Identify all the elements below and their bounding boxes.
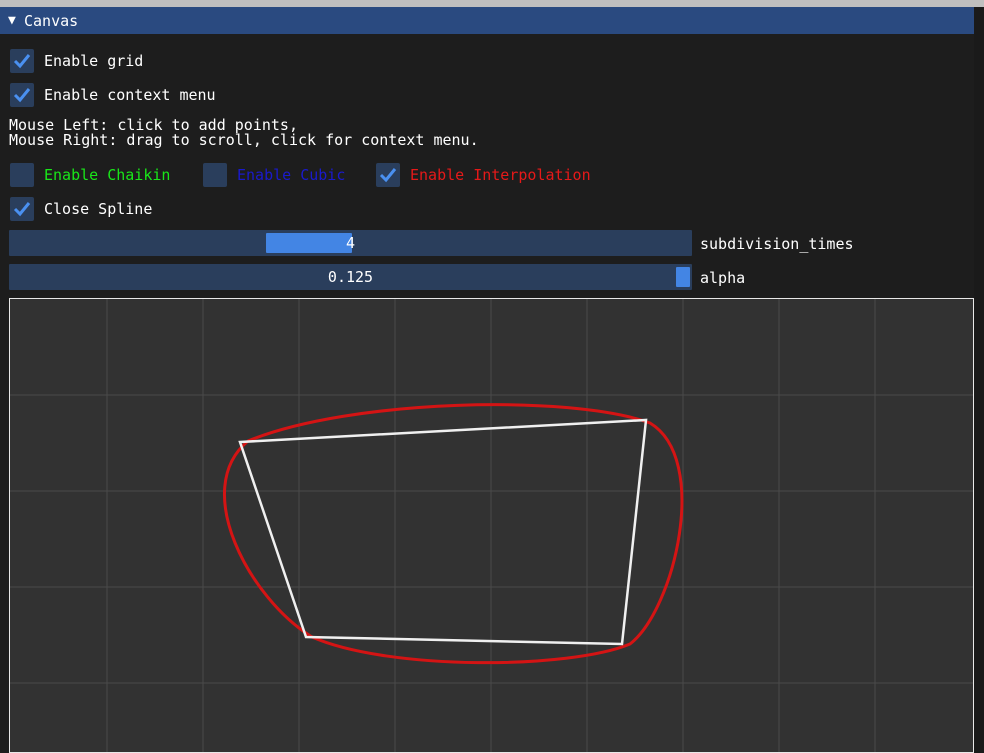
subdivision-times-slider[interactable]: 4 <box>9 230 692 256</box>
window-title: Canvas <box>24 11 79 30</box>
close-spline-label: Close Spline <box>44 200 153 218</box>
checkmark-icon <box>13 88 31 103</box>
checkmark-icon <box>13 202 31 217</box>
subdivision-times-value: 4 <box>345 234 356 252</box>
enable-chaikin-box[interactable] <box>10 163 34 187</box>
subdivision-times-label: subdivision_times <box>700 235 854 253</box>
enable-cubic-box[interactable] <box>203 163 227 187</box>
interpolation-curve <box>222 403 684 665</box>
enable-grid-label: Enable grid <box>44 52 144 70</box>
enable-cubic-checkbox[interactable]: Enable Cubic <box>203 163 345 187</box>
window-edge <box>974 7 984 753</box>
enable-grid-box[interactable] <box>10 49 34 73</box>
checkmark-icon <box>379 168 397 183</box>
grid-lines <box>10 299 973 752</box>
enable-chaikin-label: Enable Chaikin <box>44 166 171 184</box>
alpha-value: 0.125 <box>327 268 374 286</box>
enable-context-menu-label: Enable context menu <box>44 86 216 104</box>
close-spline-box[interactable] <box>10 197 34 221</box>
enable-interpolation-checkbox[interactable]: Enable Interpolation <box>376 163 591 187</box>
window-titlebar[interactable]: ▼ Canvas <box>0 7 974 34</box>
enable-chaikin-checkbox[interactable]: Enable Chaikin <box>10 163 170 187</box>
enable-context-menu-checkbox[interactable]: Enable context menu <box>10 83 216 107</box>
enable-interpolation-label: Enable Interpolation <box>410 166 591 184</box>
canvas-window: ▼ Canvas Enable grid Enable context menu… <box>0 7 974 753</box>
enable-interpolation-box[interactable] <box>376 163 400 187</box>
control-polygon <box>238 418 648 646</box>
drawing-canvas[interactable] <box>9 298 974 753</box>
checkmark-icon <box>13 54 31 69</box>
close-spline-checkbox[interactable]: Close Spline <box>10 197 152 221</box>
alpha-label: alpha <box>700 269 746 287</box>
enable-context-menu-box[interactable] <box>10 83 34 107</box>
enable-grid-checkbox[interactable]: Enable grid <box>10 49 143 73</box>
triangle-down-icon[interactable]: ▼ <box>8 13 24 28</box>
enable-cubic-label: Enable Cubic <box>237 166 346 184</box>
help-text-line-2: Mouse Right: drag to scroll, click for c… <box>9 131 479 149</box>
alpha-slider[interactable]: 0.125 <box>9 264 692 290</box>
canvas-drawing <box>10 299 973 752</box>
